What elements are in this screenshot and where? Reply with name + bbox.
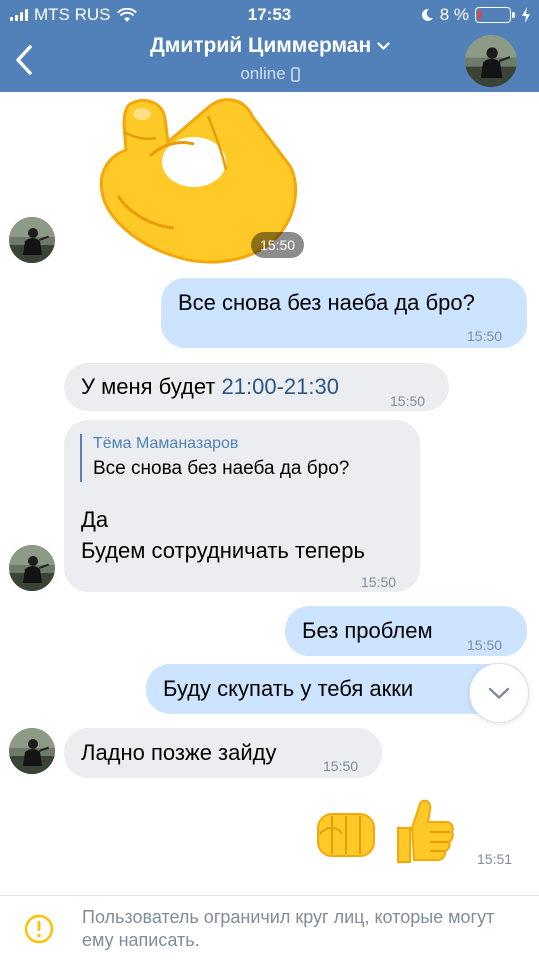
restriction-notice: Пользователь ограничил круг лиц, которые… — [0, 895, 539, 960]
message-text: Без проблем — [302, 618, 433, 643]
mobile-phone-icon — [290, 66, 300, 82]
message-incoming[interactable]: Ладно позже зайду 15:50 — [64, 728, 382, 778]
message-text: У меня будет 21:00-21:30 — [81, 373, 339, 401]
chat-status: online — [240, 64, 300, 84]
fist-bump-emoji-icon — [317, 813, 375, 857]
battery-icon — [475, 7, 515, 23]
reply-quote[interactable]: Тёма Маманазаров Все снова без наеба да … — [80, 434, 349, 482]
message-incoming[interactable]: У меня будет 21:00-21:30 15:50 — [64, 363, 449, 411]
message-incoming-reply[interactable]: Тёма Маманазаров Все снова без наеба да … — [64, 420, 420, 592]
message-time: 15:50 — [361, 574, 397, 590]
chevron-down-icon — [488, 687, 510, 699]
battery-percent: 8 % — [439, 5, 469, 24]
battery-level — [478, 10, 481, 19]
message-text: Буду скупать у тебя акки — [163, 676, 414, 701]
message-text: Все снова без наеба да бро? — [178, 290, 475, 315]
thumbs-up-emoji-icon — [397, 799, 454, 863]
message-text-part: У меня будет — [81, 374, 222, 399]
message-sticker[interactable]: 15:50 — [84, 96, 314, 266]
message-time: 15:50 — [251, 232, 305, 258]
sender-avatar[interactable] — [9, 545, 55, 591]
moon-icon — [421, 8, 433, 21]
chat-title-area[interactable]: Дмитрий Циммерман online — [80, 34, 460, 84]
charging-bolt-icon — [522, 7, 530, 23]
status-bar: MTS RUS 17:53 8 % — [0, 0, 539, 30]
message-line: Да — [81, 507, 109, 532]
status-right: 8 % — [420, 5, 531, 25]
message-time: 15:50 — [467, 637, 503, 653]
time-link[interactable]: 21:00-21:30 — [222, 374, 339, 399]
message-time: 15:50 — [323, 758, 359, 774]
scroll-down-button[interactable] — [469, 663, 529, 723]
contact-name: Дмитрий Циммерман — [149, 34, 372, 57]
online-status: online — [240, 64, 286, 83]
contact-avatar[interactable] — [465, 35, 517, 87]
message-outgoing[interactable]: Все снова без наеба да бро? 15:50 — [161, 278, 527, 348]
message-emoji[interactable]: 15:51 — [310, 796, 530, 868]
back-button[interactable] — [6, 38, 42, 82]
warning-circle-icon — [24, 914, 54, 944]
restriction-text: Пользователь ограничил круг лиц, которые… — [82, 907, 495, 950]
message-time: 15:50 — [467, 328, 503, 344]
reply-author: Тёма Маманазаров — [93, 435, 239, 452]
sender-avatar[interactable] — [9, 217, 55, 263]
chevron-left-icon — [16, 45, 32, 75]
chevron-down-icon — [377, 41, 390, 50]
reply-text: Все снова без наеба да бро? — [93, 458, 350, 479]
message-text: Ладно позже зайду — [81, 740, 277, 765]
message-line: Будем сотрудничать теперь — [81, 538, 365, 563]
sender-avatar[interactable] — [9, 728, 55, 774]
message-time: 15:50 — [390, 393, 426, 409]
chat-title: Дмитрий Циммерман — [150, 34, 390, 58]
message-outgoing[interactable]: Без проблем 15:50 — [285, 606, 527, 656]
message-text: Да Будем сотрудничать теперь — [81, 504, 365, 566]
message-time: 15:51 — [477, 851, 513, 867]
chat-header: MTS RUS 17:53 8 % Дмитрий Циммерман onli… — [0, 0, 539, 92]
